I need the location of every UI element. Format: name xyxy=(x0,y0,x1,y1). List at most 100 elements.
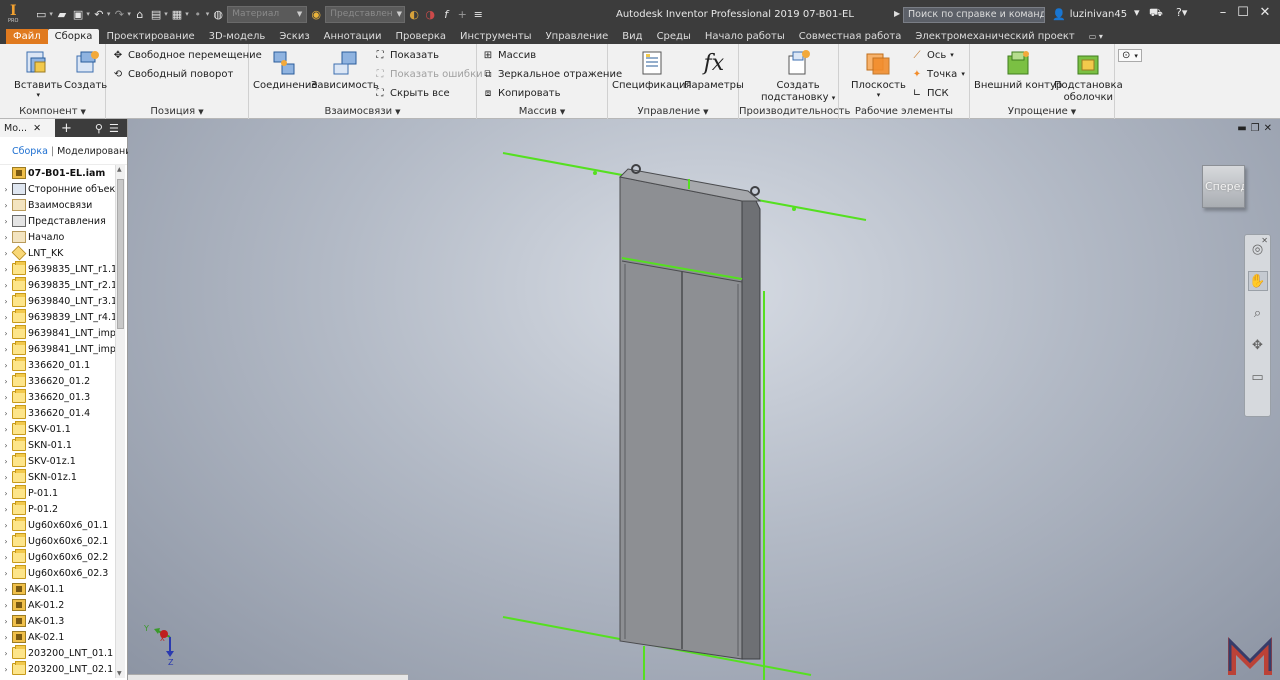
tree-item[interactable]: › 336620_01.4 xyxy=(0,405,116,421)
tree-item[interactable]: › 9639835_LNT_r2.1 xyxy=(0,277,116,293)
tab-manage[interactable]: Управление xyxy=(539,29,616,44)
tree-item[interactable]: › Ug60x60x6_02.2 xyxy=(0,549,116,565)
expand-chevron-icon[interactable]: › xyxy=(0,233,12,242)
tab-electromechanical[interactable]: Электромеханический проект xyxy=(908,29,1081,44)
material-select[interactable]: Материал ▼ xyxy=(227,5,308,23)
user-account[interactable]: 👤 luzinivan45 xyxy=(1052,8,1127,21)
redo-icon[interactable]: ↷ xyxy=(112,4,126,24)
material-sphere-icon[interactable]: ◍ xyxy=(211,4,225,24)
expand-chevron-icon[interactable]: › xyxy=(0,665,12,674)
scroll-down-icon[interactable]: ▼ xyxy=(117,670,122,677)
shrinkwrap-substitute-button[interactable]: Подстановка оболочки xyxy=(1054,48,1123,104)
cart-icon[interactable]: ⛟ xyxy=(1149,6,1163,21)
expand-chevron-icon[interactable]: › xyxy=(0,585,12,594)
copy-button[interactable]: ⧈ Копировать xyxy=(482,87,561,99)
menu-icon[interactable]: ☰ xyxy=(109,122,119,135)
expand-chevron-icon[interactable]: › xyxy=(0,201,12,210)
appearance-sphere-icon[interactable]: ◉ xyxy=(309,4,323,24)
tree-item[interactable]: › AK-01.3 xyxy=(0,613,116,629)
home-icon[interactable]: ⌂ xyxy=(133,4,147,24)
tab-tools[interactable]: Инструменты xyxy=(453,29,539,44)
tree-item[interactable]: › Ug60x60x6_02.1 xyxy=(0,533,116,549)
save-icon[interactable]: ▣ xyxy=(71,4,85,24)
maximize-button[interactable]: ☐ xyxy=(1234,5,1252,20)
tab-sketch[interactable]: Эскиз xyxy=(272,29,316,44)
expand-chevron-icon[interactable]: › xyxy=(0,473,12,482)
update-icon[interactable]: ▤ xyxy=(149,4,163,24)
tab-design[interactable]: Проектирование xyxy=(99,29,201,44)
free-move-button[interactable]: ✥ Свободное перемещение xyxy=(112,49,262,61)
expand-chevron-icon[interactable]: › xyxy=(0,377,12,386)
pan-hand-icon[interactable]: ✋ xyxy=(1247,271,1268,291)
expand-chevron-icon[interactable]: › xyxy=(0,425,12,434)
modeling-view-link[interactable]: Моделирование xyxy=(57,146,137,157)
close-window-button[interactable]: ✕ xyxy=(1256,5,1274,20)
constraint-button[interactable]: Зависимость xyxy=(311,48,379,92)
inventor-logo-icon[interactable]: I PRO xyxy=(6,2,28,26)
graphics-viewport[interactable]: ▬ ❐ ✕ Спереди ✕ ◎ ✋ ⌕ ✥ ▭ Y X Z xyxy=(128,119,1280,680)
select-filter-icon[interactable]: ▦ xyxy=(170,4,184,24)
tree-item[interactable]: › Представления xyxy=(0,213,116,229)
tab-annotate[interactable]: Аннотации xyxy=(317,29,389,44)
viewport-minimize-icon[interactable]: ▬ xyxy=(1237,123,1246,134)
tree-item[interactable]: › 336620_01.3 xyxy=(0,389,116,405)
scroll-up-icon[interactable]: ▲ xyxy=(117,166,122,173)
expand-chevron-icon[interactable]: › xyxy=(0,441,12,450)
expand-chevron-icon[interactable]: › xyxy=(0,345,12,354)
new-file-icon[interactable]: ▭ xyxy=(34,4,48,24)
measure-icon[interactable]: • xyxy=(191,4,205,24)
tree-item[interactable]: › AK-01.1 xyxy=(0,581,116,597)
help-icon[interactable]: ?▾ xyxy=(1176,6,1187,19)
search-expand-icon[interactable]: ▶ xyxy=(894,9,900,18)
expand-chevron-icon[interactable]: › xyxy=(0,265,12,274)
tab-collaborate[interactable]: Совместная работа xyxy=(792,29,909,44)
search-icon[interactable]: ⚲ xyxy=(95,122,103,135)
tree-item[interactable]: › 9639839_LNT_r4.1 xyxy=(0,309,116,325)
plus-icon[interactable]: + xyxy=(455,4,469,24)
pattern-button[interactable]: ⊞ Массив xyxy=(482,49,536,61)
tree-item[interactable]: › 9639841_LNT_imp2 xyxy=(0,341,116,357)
assembly-model[interactable] xyxy=(128,119,1280,680)
formula-icon[interactable]: f xyxy=(439,4,453,24)
navbar-close-icon[interactable]: ✕ xyxy=(1261,236,1268,245)
tab-view[interactable]: Вид xyxy=(615,29,649,44)
expand-chevron-icon[interactable]: › xyxy=(0,537,12,546)
tree-item[interactable]: › 9639840_LNT_r3.1 xyxy=(0,293,116,309)
expand-chevron-icon[interactable]: › xyxy=(0,505,12,514)
tab-inspect[interactable]: Проверка xyxy=(388,29,453,44)
expand-chevron-icon[interactable]: › xyxy=(0,185,12,194)
expand-chevron-icon[interactable]: › xyxy=(0,649,12,658)
tree-item[interactable]: › Ug60x60x6_01.1 xyxy=(0,517,116,533)
tree-item[interactable]: › P-01.2 xyxy=(0,501,116,517)
account-dropdown-icon[interactable]: ▾ xyxy=(1134,6,1140,19)
shrinkwrap-button[interactable]: Внешний контур xyxy=(974,48,1062,92)
open-folder-icon[interactable]: ▰ xyxy=(55,4,69,24)
free-rotate-button[interactable]: ⟲ Свободный поворот xyxy=(112,68,233,80)
tree-item[interactable]: › 9639835_LNT_r1.1 xyxy=(0,261,116,277)
expand-chevron-icon[interactable]: › xyxy=(0,329,12,338)
document-tabs-bar[interactable] xyxy=(128,674,408,680)
assembly-view-link[interactable]: Сборка xyxy=(12,146,48,157)
tree-item[interactable]: › LNT_KK xyxy=(0,245,116,261)
zoom-icon[interactable]: ⌕ xyxy=(1248,303,1268,323)
expand-chevron-icon[interactable]: › xyxy=(0,617,12,626)
panel-title-pattern[interactable]: Массив ▼ xyxy=(477,106,607,117)
expand-chevron-icon[interactable]: › xyxy=(0,217,12,226)
scrollbar-thumb[interactable] xyxy=(117,179,124,329)
browser-tab[interactable]: Мо... ✕ xyxy=(0,119,55,137)
panel-title-manage[interactable]: Управление ▼ xyxy=(608,106,738,117)
tab-file[interactable]: Файл xyxy=(6,29,48,44)
tree-item[interactable]: › Взаимосвязи xyxy=(0,197,116,213)
minimize-button[interactable]: – xyxy=(1214,5,1232,20)
tree-item[interactable]: › P-01.1 xyxy=(0,485,116,501)
expand-chevron-icon[interactable]: › xyxy=(0,601,12,610)
tab-environments[interactable]: Среды xyxy=(650,29,698,44)
expand-chevron-icon[interactable]: › xyxy=(0,409,12,418)
expand-chevron-icon[interactable]: › xyxy=(0,297,12,306)
bom-button[interactable]: Спецификация xyxy=(612,48,692,92)
tree-item[interactable]: › 336620_01.1 xyxy=(0,357,116,373)
panel-title-relationships[interactable]: Взаимосвязи ▼ xyxy=(249,106,476,117)
hide-all-button[interactable]: ⛶ Скрыть все xyxy=(374,87,450,99)
expand-chevron-icon[interactable]: › xyxy=(0,281,12,290)
help-search-input[interactable]: Поиск по справке и командам xyxy=(903,7,1045,23)
